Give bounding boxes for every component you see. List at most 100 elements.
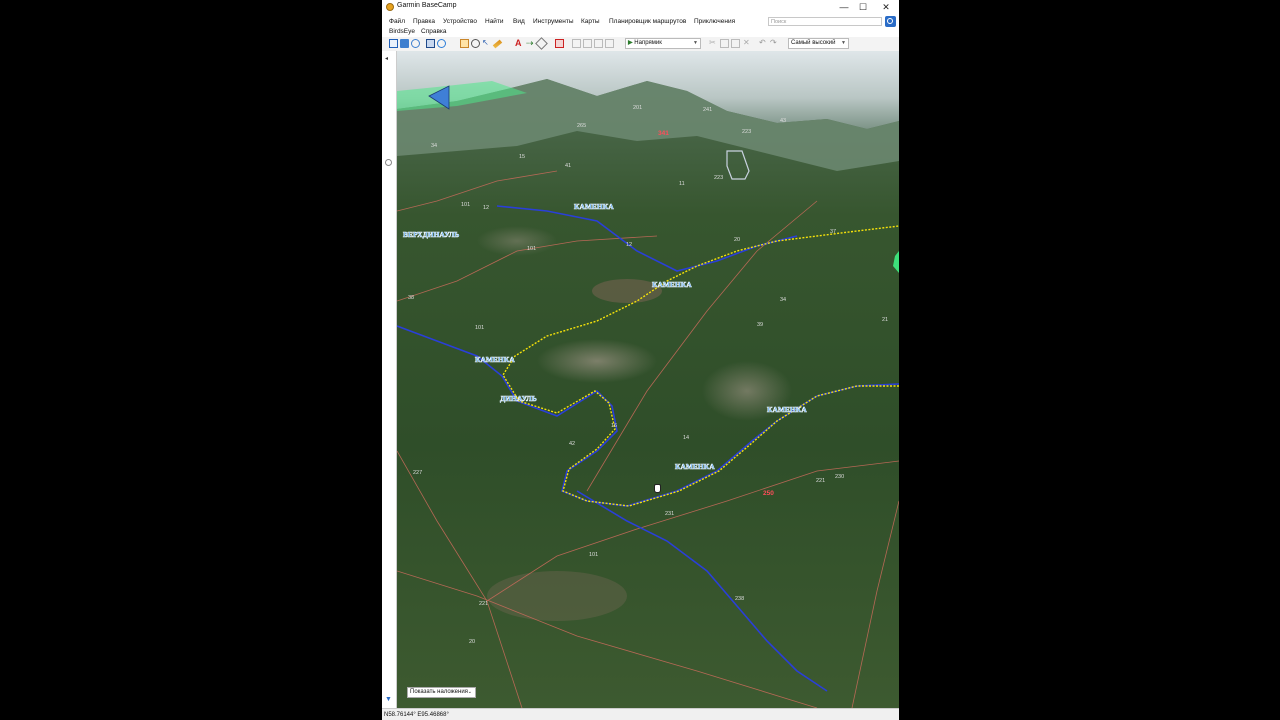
elevation-label: 20 xyxy=(469,639,475,645)
menu-help[interactable]: Справка xyxy=(421,28,447,35)
paste-icon xyxy=(731,39,740,48)
delete-icon: ✕ xyxy=(743,38,750,47)
redo-icon: ↷ xyxy=(770,38,777,47)
menu-find[interactable]: Найти xyxy=(485,18,504,25)
river-label: КАМЕНКА xyxy=(475,355,515,364)
basecamp-window: Garmin BaseCamp — ☐ ✕ Файл Правка Устрой… xyxy=(382,0,899,720)
river-label: ДИНАУЛЬ xyxy=(500,394,537,403)
elevation-label: 21 xyxy=(882,317,888,323)
elevation-label: 37 xyxy=(830,229,836,235)
route-icon[interactable]: ⇢ xyxy=(526,39,535,48)
elevation-label: 223 xyxy=(742,129,751,135)
menu-bar: Файл Правка Устройство Найти Вид Инструм… xyxy=(382,15,899,37)
elevation-label: 12 xyxy=(626,242,632,248)
bare-slope xyxy=(537,339,657,383)
search-icon[interactable] xyxy=(885,16,896,27)
app-icon xyxy=(386,3,394,11)
delete-waypoint-icon[interactable] xyxy=(555,39,564,48)
elevation-label: 43 xyxy=(780,118,786,124)
terrain-map[interactable]: КАМЕНКА ВЕРХДИНАУЛЬ КАМЕНКА КАМЕНКА ДИНА… xyxy=(397,51,899,708)
menu-edit[interactable]: Правка xyxy=(413,18,435,25)
map-2d-icon[interactable] xyxy=(426,39,435,48)
filter-icon[interactable]: ▼ xyxy=(385,696,392,703)
menu-tools[interactable]: Инструменты xyxy=(533,18,574,25)
library-icon[interactable] xyxy=(400,39,409,48)
select-icon[interactable]: ↖ xyxy=(482,39,491,48)
detail-level-value: Самый высокий xyxy=(791,40,836,46)
chevron-down-icon: ⌄ xyxy=(467,689,472,695)
peak-label: 341 xyxy=(658,130,669,137)
map-3d-view[interactable]: КАМЕНКА ВЕРХДИНАУЛЬ КАМЕНКА КАМЕНКА ДИНА… xyxy=(397,51,899,708)
river-label: КАМЕНКА xyxy=(675,462,715,471)
edit-icon xyxy=(572,39,581,48)
route-mode-select[interactable]: ▶ Напрямик ▼ xyxy=(625,38,701,49)
settings-gear-icon[interactable] xyxy=(385,159,392,166)
menu-route-planner[interactable]: Планировщик маршрутов xyxy=(609,18,686,25)
search-input[interactable]: Поиск xyxy=(768,17,882,26)
river-label: КАМЕНКА xyxy=(652,280,692,289)
elevation-label: 15 xyxy=(519,154,525,160)
elevation-label: 230 xyxy=(835,474,844,480)
collapsed-left-panel[interactable]: ◂ ▼ xyxy=(382,51,397,708)
menu-device[interactable]: Устройство xyxy=(443,18,477,25)
close-button[interactable]: ✕ xyxy=(875,0,897,15)
show-overlays-button[interactable]: Показать наложения ⌄ xyxy=(407,687,476,698)
hand-tool-icon[interactable] xyxy=(460,39,469,48)
elevation-label: 38 xyxy=(408,295,414,301)
chevron-down-icon: ▼ xyxy=(841,40,846,46)
bare-slope xyxy=(477,226,557,256)
cut-icon: ✂ xyxy=(709,38,716,47)
elevation-label: 265 xyxy=(577,123,586,129)
elevation-label: 241 xyxy=(703,107,712,113)
chevron-down-icon: ▼ xyxy=(693,40,698,46)
menu-birdseye[interactable]: BirdsEye xyxy=(389,28,415,35)
detail-level-select[interactable]: Самый высокий ▼ xyxy=(788,38,849,49)
menu-view[interactable]: Вид xyxy=(513,18,525,25)
copy-icon xyxy=(720,39,729,48)
elevation-label: 221 xyxy=(479,601,488,607)
menu-adventures[interactable]: Приключения xyxy=(694,18,735,25)
show-overlays-label: Показать наложения xyxy=(410,689,468,695)
new-icon[interactable] xyxy=(389,39,398,48)
elevation-label: 11 xyxy=(679,181,685,187)
elevation-label: 34 xyxy=(431,143,437,149)
status-bar: N58.76144° E95.46868° xyxy=(382,708,899,720)
collapse-arrow-icon[interactable]: ◂ xyxy=(385,55,388,62)
device-icon[interactable] xyxy=(411,39,420,48)
zoom-icon[interactable] xyxy=(471,39,480,48)
split-icon xyxy=(583,39,592,48)
elevation-label: 16 xyxy=(611,423,617,429)
toolbar: ↖ A ⇢ ▶ Напрямик ▼ ✂ ✕ ↶ ↷ Самый высокий ▼ xyxy=(382,37,899,52)
menu-maps[interactable]: Карты xyxy=(581,18,600,25)
menu-file[interactable]: Файл xyxy=(389,18,405,25)
coordinates-readout: N58.76144° E95.46868° xyxy=(384,712,449,718)
undo-icon: ↶ xyxy=(759,38,766,47)
route-mode-value: Напрямик xyxy=(634,40,662,46)
window-title: Garmin BaseCamp xyxy=(397,2,457,9)
elevation-label: 238 xyxy=(735,596,744,602)
maximize-button[interactable]: ☐ xyxy=(852,0,874,15)
elevation-label: 101 xyxy=(461,202,470,208)
hand-cursor-icon xyxy=(654,484,661,493)
elevation-label: 223 xyxy=(714,175,723,181)
elevation-label: 201 xyxy=(633,105,642,111)
river-label: КАМЕНКА xyxy=(574,202,614,211)
elevation-label: 14 xyxy=(683,435,689,441)
join-icon xyxy=(594,39,603,48)
measure-icon[interactable] xyxy=(492,39,503,49)
elevation-label: 231 xyxy=(665,511,674,517)
elevation-label: 101 xyxy=(475,325,484,331)
elevation-label: 221 xyxy=(816,478,825,484)
track-icon[interactable] xyxy=(535,37,548,50)
elevation-label: 20 xyxy=(734,237,740,243)
elevation-label: 227 xyxy=(413,470,422,476)
bare-slope xyxy=(487,571,627,621)
peak-label: 250 xyxy=(763,490,774,497)
river-label: КАМЕНКА xyxy=(767,405,807,414)
text-icon[interactable]: A xyxy=(515,39,524,48)
map-3d-icon[interactable] xyxy=(437,39,446,48)
elevation-label: 42 xyxy=(569,441,575,447)
erase-icon xyxy=(605,39,614,48)
elevation-label: 41 xyxy=(565,163,571,169)
river-label: ВЕРХДИНАУЛЬ xyxy=(403,230,459,239)
